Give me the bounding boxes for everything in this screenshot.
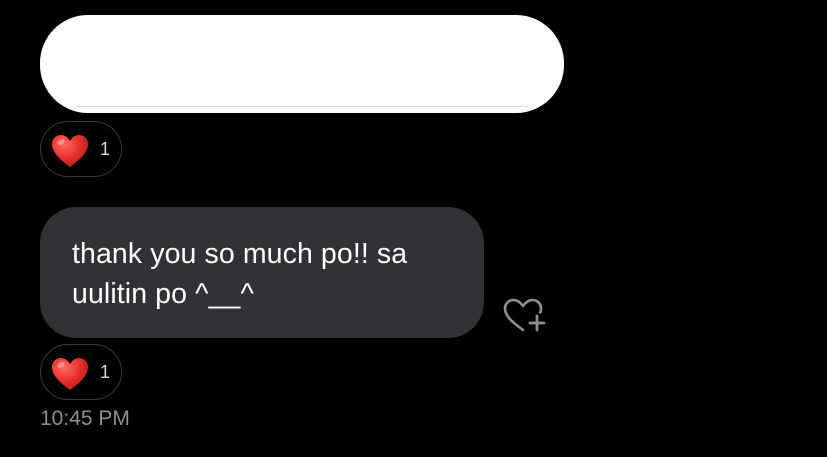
- reaction-count: 1: [100, 139, 111, 159]
- red-heart-icon: [52, 135, 88, 167]
- reaction-pill[interactable]: 1: [40, 344, 122, 400]
- redacted-message-bubble[interactable]: [40, 15, 564, 113]
- bubble-divider: [76, 106, 528, 107]
- reaction-count: 1: [100, 362, 111, 382]
- chat-thread: 1 thank you so much po!! sa uulitin po ^…: [0, 0, 827, 457]
- red-heart-icon: [52, 358, 88, 390]
- message-timestamp: 10:45 PM: [40, 407, 130, 430]
- reaction-pill[interactable]: 1: [40, 121, 122, 177]
- heart-plus-icon[interactable]: [503, 297, 547, 333]
- received-message-bubble[interactable]: thank you so much po!! sa uulitin po ^__…: [40, 207, 484, 338]
